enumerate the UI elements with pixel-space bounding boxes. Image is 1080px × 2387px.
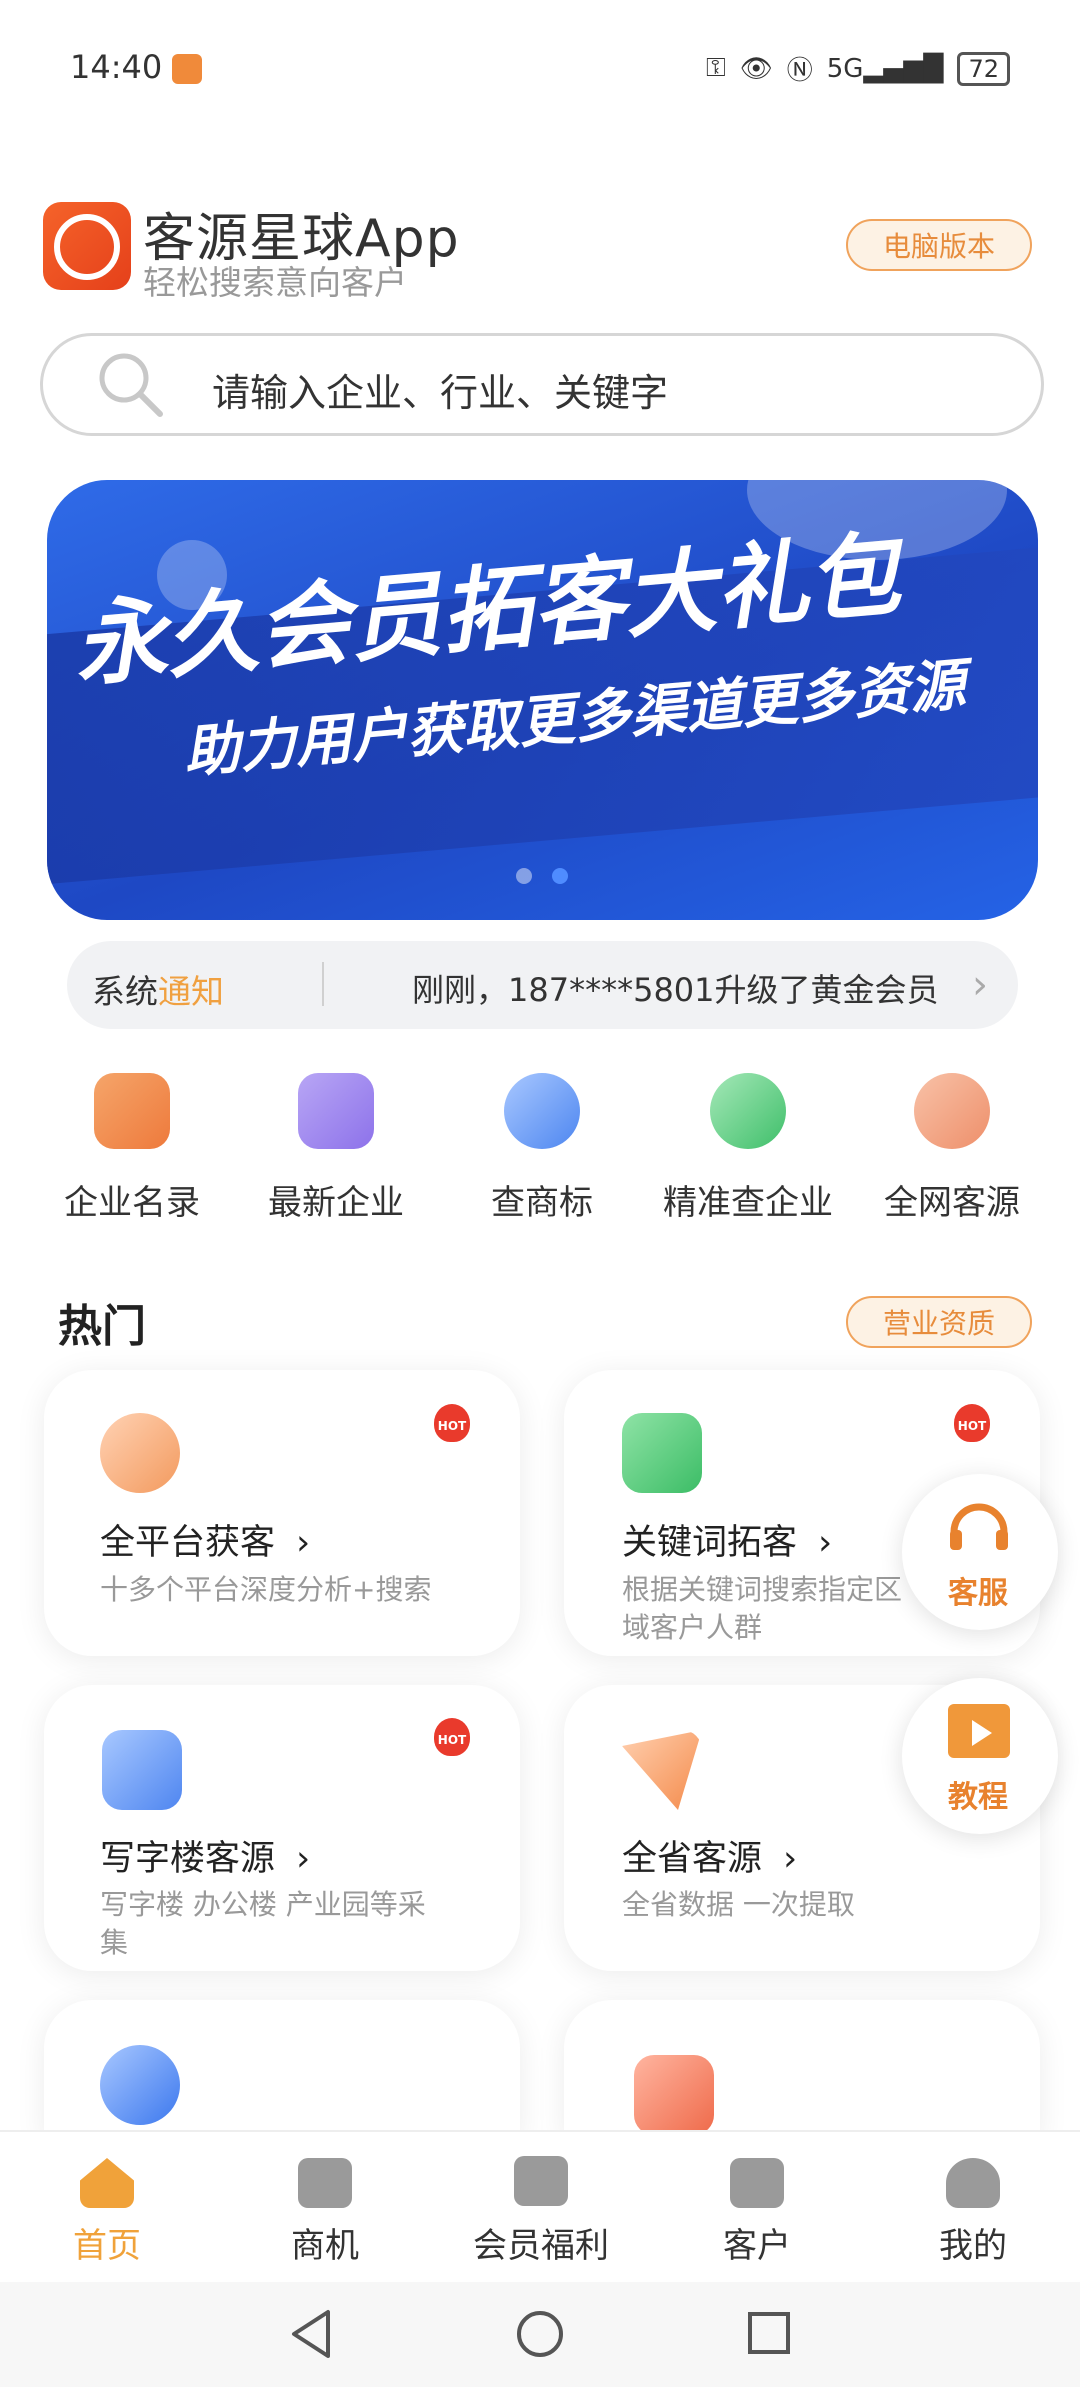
notice-label: 系统通知	[92, 972, 224, 1011]
notification-icon	[172, 54, 202, 84]
edit-icon	[622, 1413, 702, 1493]
key-icon: ⚿	[705, 53, 726, 83]
app-tagline: 轻松搜索意向客户	[143, 263, 407, 302]
pie-chart-icon	[100, 1413, 180, 1493]
eye-icon: 👁	[739, 53, 773, 84]
back-icon[interactable]	[288, 2308, 336, 2360]
quick-item-new-companies[interactable]: 最新企业	[236, 1175, 436, 1224]
opportunity-icon[interactable]	[298, 2158, 352, 2208]
section-title-hot: 热门	[58, 1301, 146, 1352]
chevron-right-icon: ›	[972, 962, 988, 1008]
nfc-icon: Ⓝ	[786, 56, 813, 86]
tab-member-benefits[interactable]: 会员福利	[441, 2218, 641, 2267]
card-desc: 十多个平台深度分析+搜索	[100, 1573, 432, 1606]
location-pin-icon	[100, 2045, 180, 2125]
search-placeholder: 请输入企业、行业、关键字	[212, 371, 669, 415]
headset-icon	[950, 1503, 1008, 1550]
tutorial-label: 教程	[948, 1780, 1008, 1815]
tab-customers[interactable]: 客户	[657, 2218, 857, 2267]
card-title: 写字楼客源 ›	[100, 1839, 311, 1879]
quick-item-trademark[interactable]: 查商标	[442, 1175, 642, 1224]
recent-apps-icon[interactable]	[746, 2310, 792, 2356]
banner-dot[interactable]	[516, 868, 532, 884]
status-bar: 14:40 ⚿ 👁 Ⓝ 5G▂▄▆█ 72	[0, 0, 1080, 130]
pc-version-button[interactable]: 电脑版本	[846, 219, 1032, 271]
hot-badge: HOT	[954, 1404, 990, 1442]
status-time: 14:40	[70, 48, 163, 86]
customer-icon[interactable]	[730, 2158, 784, 2208]
chevron-right-icon: ›	[296, 1523, 311, 1563]
trademark-icon[interactable]	[504, 1073, 580, 1149]
tab-opportunities[interactable]: 商机	[225, 2218, 425, 2267]
directory-icon[interactable]	[94, 1073, 170, 1149]
chevron-right-icon: ›	[818, 1523, 833, 1563]
quick-item-all-customers[interactable]: 全网客源	[852, 1175, 1052, 1224]
gift-icon[interactable]	[514, 2156, 568, 2206]
chevron-right-icon: ›	[296, 1839, 311, 1879]
home-nav-icon[interactable]	[514, 2308, 566, 2360]
enterprise-search-icon[interactable]	[710, 1073, 786, 1149]
search-icon	[99, 353, 163, 417]
service-label: 客服	[948, 1576, 1008, 1611]
hot-badge: HOT	[434, 1718, 470, 1756]
business-qualification-button[interactable]: 营业资质	[846, 1296, 1032, 1348]
chevron-right-icon: ›	[783, 1839, 798, 1879]
quick-item-directory[interactable]: 企业名录	[32, 1175, 232, 1224]
building-icon[interactable]	[298, 1073, 374, 1149]
video-icon	[948, 1704, 1010, 1758]
signal-icon: 5G▂▄▆█	[826, 53, 944, 84]
card-desc: 写字楼 办公楼 产业园等采集	[100, 1888, 426, 1959]
tab-me[interactable]: 我的	[873, 2218, 1073, 2267]
quick-item-precise-search[interactable]: 精准查企业	[648, 1175, 848, 1224]
status-icons: ⚿ 👁 Ⓝ 5G▂▄▆█ 72	[706, 50, 1010, 87]
building-icon	[634, 2055, 714, 2135]
card-desc: 根据关键词搜索指定区域客户人群	[622, 1573, 903, 1644]
battery-icon: 72	[957, 51, 1010, 86]
users-icon[interactable]	[914, 1073, 990, 1149]
card-title: 全平台获客 ›	[100, 1523, 311, 1563]
hot-badge: HOT	[434, 1404, 470, 1442]
banner-dot-active[interactable]	[552, 868, 568, 884]
card-title: 全省客源 ›	[622, 1839, 798, 1879]
notice-divider	[322, 962, 324, 1006]
tab-home[interactable]: 首页	[7, 2218, 207, 2267]
notice-message: 刚刚，187****5801升级了黄金会员	[412, 971, 939, 1009]
profile-icon[interactable]	[946, 2158, 1000, 2208]
card-title: 关键词拓客 ›	[622, 1523, 833, 1563]
logo-mark-icon	[54, 214, 120, 280]
card-desc: 全省数据 一次提取	[622, 1888, 855, 1921]
document-icon	[102, 1730, 182, 1810]
